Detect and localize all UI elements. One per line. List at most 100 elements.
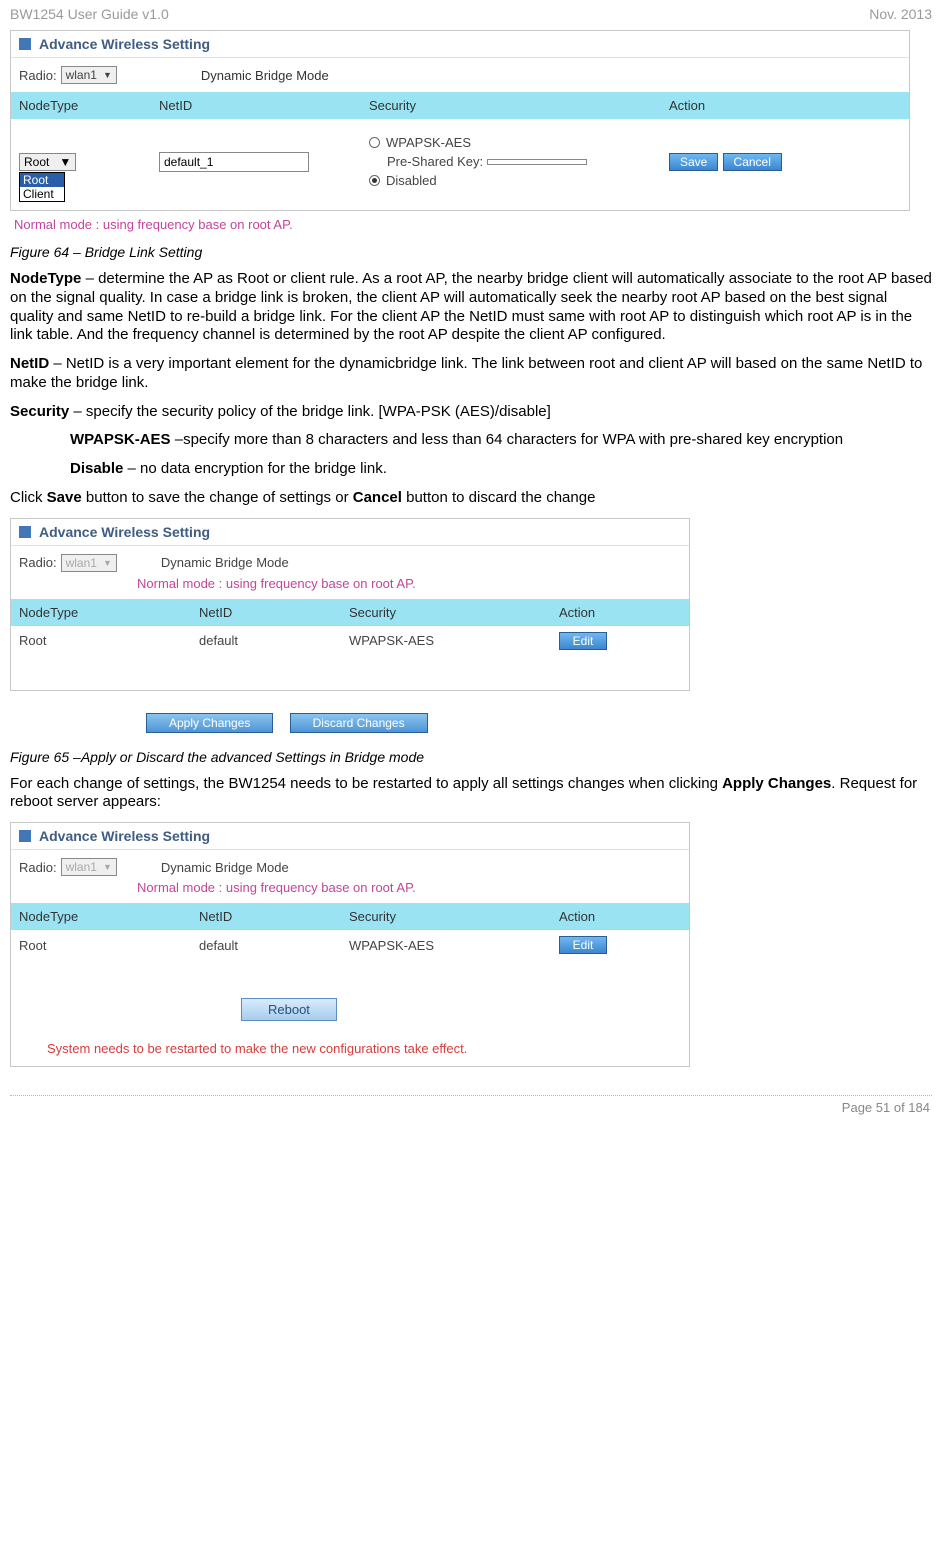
th-netid: NetID [191, 599, 341, 626]
figure-65-caption: Figure 65 –Apply or Discard the advanced… [10, 749, 932, 765]
header-right: Nov. 2013 [869, 6, 932, 22]
para-security: Security – specify the security policy o… [10, 403, 932, 422]
netid-value: default [191, 938, 341, 953]
nodetype-value: Root [11, 938, 191, 953]
psk-input[interactable] [487, 159, 587, 165]
normal-mode-note: Normal mode : using frequency base on ro… [137, 880, 416, 895]
radio-value: wlan1 [66, 68, 97, 82]
radio-select[interactable]: wlan1 ▼ [61, 858, 117, 876]
t-click1: Click [10, 489, 47, 506]
sec-opt-disabled: Disabled [386, 173, 437, 188]
para-netid: NetID – NetID is a very important elemen… [10, 355, 932, 393]
radio-row: Radio: wlan1 ▼ Dynamic Bridge Mode Norma… [11, 546, 689, 599]
nodetype-cell: Root ▼ Root Client [11, 153, 151, 171]
t-disable: – no data encryption for the bridge link… [123, 460, 387, 477]
radio-select[interactable]: wlan1 ▼ [61, 66, 117, 84]
th-action: Action [661, 92, 909, 119]
security-cell: WPAPSK-AES Pre-Shared Key: Disabled [361, 131, 661, 192]
table-row: Root default WPAPSK-AES Edit [11, 930, 689, 960]
normal-mode-note: Normal mode : using frequency base on ro… [137, 576, 416, 591]
panel-title-text: Advance Wireless Setting [39, 828, 210, 844]
th-netid: NetID [191, 903, 341, 930]
th-nodetype: NodeType [11, 92, 151, 119]
nodetype-select[interactable]: Root ▼ Root Client [19, 153, 76, 171]
th-nodetype: NodeType [11, 599, 191, 626]
b-wpapsk: WPAPSK-AES [70, 431, 171, 448]
page-footer: Page 51 of 184 [10, 1095, 932, 1121]
radio-label: Radio: [19, 68, 57, 83]
security-value: WPAPSK-AES [341, 633, 551, 648]
dot-icon [372, 178, 377, 183]
radio-row: Radio: wlan1 ▼ Dynamic Bridge Mode Norma… [11, 850, 689, 903]
chevron-down-icon: ▼ [59, 155, 71, 169]
sec-opt-wpapsk: WPAPSK-AES [386, 135, 471, 150]
b-disable: Disable [70, 460, 123, 477]
b-netid: NetID [10, 355, 49, 372]
b-save: Save [47, 489, 82, 506]
option-root[interactable]: Root [20, 173, 64, 187]
edit-button[interactable]: Edit [559, 632, 607, 650]
table-header: NodeType NetID Security Action [11, 92, 909, 119]
chevron-down-icon: ▼ [103, 558, 112, 568]
security-value: WPAPSK-AES [341, 938, 551, 953]
header-left: BW1254 User Guide v1.0 [10, 6, 169, 22]
para-click-save: Click Save button to save the change of … [10, 489, 932, 508]
sec-disabled-row[interactable]: Disabled [369, 173, 653, 188]
t-reboot1: For each change of settings, the BW1254 … [10, 775, 722, 792]
sec-wpapsk-row[interactable]: WPAPSK-AES [369, 135, 653, 150]
changes-row: Apply Changes Discard Changes [140, 695, 932, 743]
square-icon [19, 38, 31, 50]
b-cancel: Cancel [353, 489, 402, 506]
table-header: NodeType NetID Security Action [11, 599, 689, 626]
option-client[interactable]: Client [20, 187, 64, 201]
netid-input[interactable]: default_1 [159, 152, 309, 172]
mode-label: Dynamic Bridge Mode [161, 860, 289, 875]
page-header: BW1254 User Guide v1.0 Nov. 2013 [10, 0, 932, 30]
table-row: Root ▼ Root Client default_1 WPAPSK-AES … [11, 119, 909, 210]
th-action: Action [551, 599, 689, 626]
square-icon [19, 830, 31, 842]
action-cell: Edit [551, 632, 689, 650]
radio-icon [369, 175, 380, 186]
reboot-button[interactable]: Reboot [241, 998, 337, 1021]
t-security: – specify the security policy of the bri… [69, 403, 551, 420]
panel-bridge-summary: Advance Wireless Setting Radio: wlan1 ▼ … [10, 518, 690, 691]
radio-select[interactable]: wlan1 ▼ [61, 554, 117, 572]
panel-title-text: Advance Wireless Setting [39, 524, 210, 540]
save-button[interactable]: Save [669, 153, 718, 171]
b-security: Security [10, 403, 69, 420]
th-netid: NetID [151, 92, 361, 119]
apply-changes-button[interactable]: Apply Changes [146, 713, 273, 733]
netid-value: default [191, 633, 341, 648]
nodetype-value: Root [24, 155, 49, 169]
radio-value: wlan1 [66, 860, 97, 874]
t-wpapsk: –specify more than 8 characters and less… [171, 431, 844, 448]
panel-bridge-reboot: Advance Wireless Setting Radio: wlan1 ▼ … [10, 822, 690, 1067]
th-security: Security [341, 599, 551, 626]
panel-title: Advance Wireless Setting [11, 823, 689, 850]
radio-label: Radio: [19, 860, 57, 875]
t-click2: button to save the change of settings or [82, 489, 353, 506]
discard-changes-button[interactable]: Discard Changes [290, 713, 428, 733]
radio-value: wlan1 [66, 556, 97, 570]
th-security: Security [361, 92, 661, 119]
t-nodetype: – determine the AP as Root or client rul… [10, 270, 932, 343]
figure-64-caption: Figure 64 – Bridge Link Setting [10, 244, 932, 260]
para-disable: Disable – no data encryption for the bri… [70, 460, 932, 479]
action-cell: Save Cancel [661, 153, 909, 171]
radio-label: Radio: [19, 555, 57, 570]
para-nodetype: NodeType – determine the AP as Root or c… [10, 270, 932, 345]
edit-button[interactable]: Edit [559, 936, 607, 954]
psk-label: Pre-Shared Key: [387, 154, 483, 169]
cancel-button[interactable]: Cancel [723, 153, 782, 171]
radio-icon [369, 137, 380, 148]
table-row: Root default WPAPSK-AES Edit [11, 626, 689, 656]
th-nodetype: NodeType [11, 903, 191, 930]
mode-label: Dynamic Bridge Mode [161, 555, 289, 570]
nodetype-options: Root Client [19, 172, 65, 202]
th-action: Action [551, 903, 689, 930]
chevron-down-icon: ▼ [103, 862, 112, 872]
reboot-row: Reboot [241, 960, 689, 1033]
spacer [11, 656, 689, 690]
panel-title: Advance Wireless Setting [11, 519, 689, 546]
